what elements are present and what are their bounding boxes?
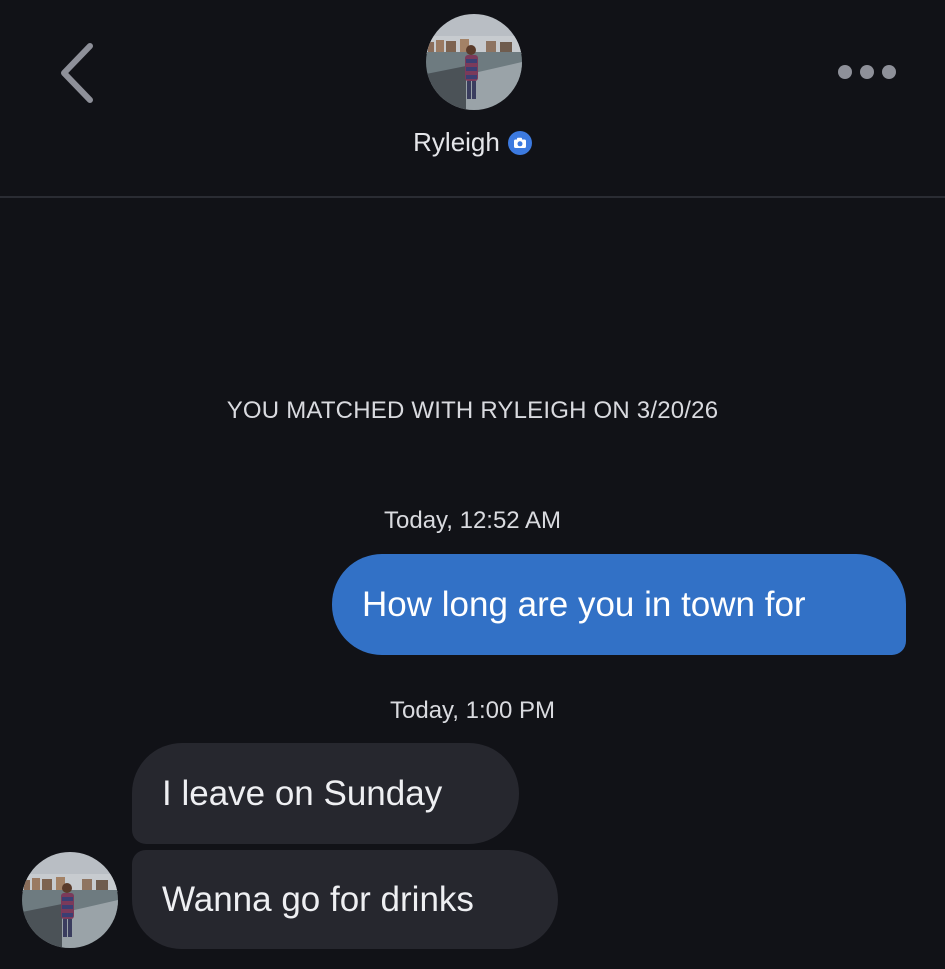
message-text: I leave on Sunday xyxy=(162,773,443,813)
camera-verified-icon xyxy=(507,131,532,155)
contact-name-row[interactable]: Ryleigh xyxy=(0,122,945,162)
more-options-button[interactable] xyxy=(832,56,902,88)
incoming-message-bubble[interactable]: I leave on Sunday xyxy=(132,743,519,844)
more-dots-icon xyxy=(838,65,896,79)
sender-photo xyxy=(22,852,118,948)
message-timestamp: Today, 12:52 AM xyxy=(384,507,561,534)
back-button[interactable] xyxy=(50,38,104,108)
chat-header: Ryleigh xyxy=(0,0,945,198)
match-notice: YOU MATCHED WITH RYLEIGH ON 3/20/26 xyxy=(226,397,719,424)
sender-avatar[interactable] xyxy=(22,852,118,948)
contact-avatar[interactable] xyxy=(426,14,522,110)
incoming-message-bubble[interactable]: Wanna go for drinks xyxy=(132,850,558,949)
message-timestamp: Today, 1:00 PM xyxy=(390,697,555,724)
message-text: How long are you in town for xyxy=(362,584,806,624)
contact-name: Ryleigh xyxy=(413,126,500,157)
chevron-left-icon xyxy=(61,43,93,103)
outgoing-message-bubble[interactable]: How long are you in town for xyxy=(332,554,906,655)
message-text: Wanna go for drinks xyxy=(162,879,474,919)
contact-photo xyxy=(426,14,522,110)
